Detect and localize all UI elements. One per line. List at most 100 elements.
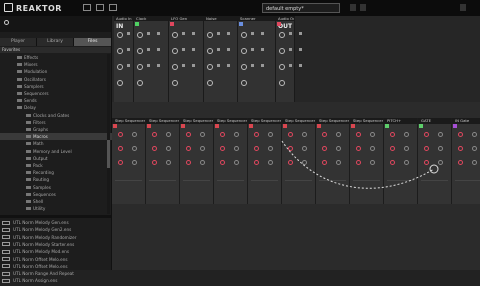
tree-item[interactable]: Delay	[0, 104, 124, 111]
folder-icon	[17, 63, 22, 67]
folder-icon	[26, 156, 31, 160]
tree-item[interactable]: Effects	[0, 54, 124, 61]
toolbar-button-1[interactable]	[350, 4, 356, 11]
tab-library[interactable]: Library	[37, 38, 74, 46]
folder-icon	[26, 135, 31, 139]
ensemble-file-icon	[2, 257, 10, 261]
tree-item[interactable]: Sequencers	[0, 90, 124, 97]
folder-icon	[26, 164, 31, 167]
structure-area: Audio In IN Clock LFO Gen Noise Scanner Audio …	[112, 16, 480, 270]
tree-item-label: Samples	[33, 184, 51, 190]
tree-item-label: Mixers	[24, 62, 38, 68]
folder-icon	[17, 77, 22, 81]
ensemble-file-icon	[2, 271, 10, 276]
tree-item-label: Output	[33, 155, 48, 161]
file-item-label: UTL Norm Melody Gen2.ens	[13, 227, 72, 233]
tab-files[interactable]: Files	[74, 38, 112, 46]
folder-icon	[26, 171, 31, 175]
tree-item-label: Memory and Level	[33, 148, 72, 154]
search-icon[interactable]	[4, 20, 9, 25]
tree-item[interactable]: Mixers	[0, 61, 124, 68]
tree-item-label: Utility	[33, 206, 46, 212]
file-item[interactable]: UTL Norm Melody Gen2.ens	[0, 226, 111, 233]
favorites-header[interactable]: Favorites	[0, 47, 111, 53]
patch-cable[interactable]	[112, 16, 480, 270]
file-item-label: UTL Norm Melody Gen.ens	[13, 220, 69, 225]
app-logo: REAKTOR	[4, 3, 62, 13]
toolbar-button-3[interactable]	[460, 4, 466, 11]
tree-item[interactable]: Sends	[0, 97, 124, 104]
file-item[interactable]: UTL Norm Range And Repeat	[0, 270, 111, 277]
reaktor-logo-icon	[4, 3, 13, 12]
app-name: REAKTOR	[16, 4, 62, 13]
tree-item-label: Modulation	[24, 69, 48, 75]
tree-item[interactable]: Oscillators	[0, 76, 124, 83]
tree-item-label: Filters	[33, 119, 46, 125]
file-list: UTL Norm Melody Gen.ens UTL Norm Melody G…	[0, 218, 111, 286]
folder-icon	[26, 142, 31, 146]
toolbar-button-2[interactable]	[360, 4, 366, 11]
folder-icon	[26, 128, 31, 131]
browser-sidebar: Player Library Files Favorites Effects Mi…	[0, 16, 133, 283]
tree-item-label: Effects	[24, 55, 39, 60]
tree-item-label: Graphs	[33, 127, 49, 132]
file-item[interactable]: UTL Norm Assign.ens	[0, 277, 111, 284]
patch-cable-path[interactable]	[281, 140, 435, 189]
tree-item-label: Delay	[24, 105, 37, 111]
file-item-label: UTL Norm Melody Randomizer	[13, 234, 77, 240]
tree-item-label: Sequences	[33, 191, 56, 197]
tree-item-label: Oscillators	[24, 76, 46, 82]
tree-scrollbar-thumb[interactable]	[107, 140, 110, 168]
file-item[interactable]: UTL Norm Melody Randomizer	[0, 234, 111, 241]
file-item-label: UTL Norm Melody Mod.ens	[13, 249, 69, 255]
folder-icon	[17, 106, 22, 110]
tree-item-label: Routing	[33, 177, 50, 183]
tree-item[interactable]: Modulation	[0, 68, 124, 75]
file-item-label: UTL Norm Offset Melo.ens	[13, 263, 68, 269]
folder-icon	[17, 56, 22, 59]
folder-icon	[17, 99, 22, 103]
title-bar: REAKTOR default empty*	[0, 0, 480, 16]
file-item-label: UTL Norm Assign.ens	[13, 278, 58, 284]
structure-toggle-icon[interactable]	[109, 4, 117, 11]
browser-toolbar	[0, 16, 111, 32]
file-item[interactable]: UTL Norm Melody Gen.ens	[0, 219, 111, 226]
browser-toggle-icon[interactable]	[83, 4, 91, 11]
ensemble-file-icon	[2, 249, 10, 254]
folder-icon	[26, 120, 31, 124]
folder-icon	[17, 70, 22, 74]
file-item[interactable]: UTL Norm Offset Melo.ens	[0, 263, 111, 270]
tree-item-label: Pack	[33, 163, 43, 168]
file-item-label: UTL Norm Range And Repeat	[13, 271, 74, 277]
file-item[interactable]: UTL Norm Melody Starter.ens	[0, 241, 111, 248]
folder-icon	[17, 92, 22, 95]
tree-item-label: Macros	[33, 134, 48, 140]
document-title[interactable]: default empty*	[262, 3, 340, 13]
ensemble-file-icon	[2, 235, 10, 240]
ensemble-file-icon	[2, 220, 10, 225]
tree-item-label: Math	[33, 141, 44, 147]
file-item-label: UTL Norm Offset Melo.ens	[13, 256, 68, 262]
ensemble-file-icon	[2, 264, 10, 269]
tab-player[interactable]: Player	[0, 38, 37, 46]
ensemble-file-icon	[2, 242, 10, 247]
folder-tree: Effects Mixers Modulation Oscillators Sample…	[0, 54, 133, 214]
folder-icon	[26, 185, 31, 189]
file-item-label: UTL Norm Melody Starter.ens	[13, 241, 75, 247]
folder-icon	[26, 200, 31, 203]
folder-icon	[26, 207, 31, 211]
ensemble-file-icon	[2, 278, 10, 283]
folder-icon	[17, 84, 22, 88]
panel-toggle-icon[interactable]	[96, 4, 104, 11]
file-item[interactable]: UTL Norm Melody Mod.ens	[0, 248, 111, 255]
folder-icon	[26, 113, 31, 117]
browser-tabs: Player Library Files	[0, 38, 112, 46]
tree-item-label: Sends	[24, 98, 37, 104]
tree-item[interactable]: Samplers	[0, 83, 124, 90]
tree-scrollbar[interactable]	[107, 54, 110, 214]
tree-item-label: Samplers	[24, 83, 44, 89]
cable-endpoint[interactable]	[429, 164, 439, 174]
tree-item-label: Clocks and Gates	[33, 112, 70, 118]
file-item[interactable]: UTL Norm Offset Melo.ens	[0, 256, 111, 263]
folder-icon	[26, 192, 31, 196]
